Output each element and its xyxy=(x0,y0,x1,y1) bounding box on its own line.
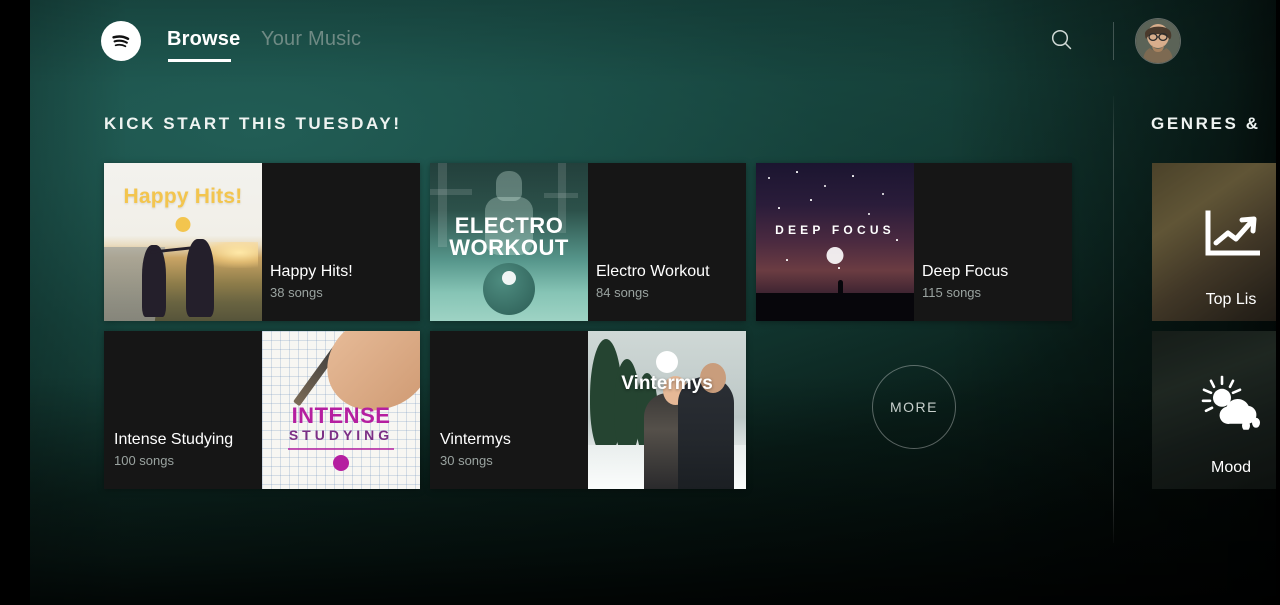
playlist-meta: Intense Studying 100 songs xyxy=(114,430,272,470)
playlist-artwork-deep-focus: DEEP FOCUS xyxy=(756,163,914,321)
header-divider xyxy=(1113,22,1114,60)
playlist-title: Deep Focus xyxy=(922,262,1009,280)
spotify-badge-icon xyxy=(826,247,844,264)
spotify-badge-icon xyxy=(502,271,516,285)
artwork-title-happy-hits: Happy Hits! xyxy=(123,185,243,208)
genre-tile-label: Top Lis xyxy=(1205,291,1257,308)
genre-tile-top-lists[interactable]: Top Lis xyxy=(1152,163,1280,321)
playlist-song-count: 100 songs xyxy=(114,452,174,468)
playlist-card-happy-hits[interactable]: Happy Hits! Happy Hits! 38 songs xyxy=(104,163,420,321)
playlist-card-intense-studying[interactable]: INTENSE STUDYING Intense Studying 100 so… xyxy=(104,331,420,489)
genres-section-title: GENRES & xyxy=(1151,114,1261,133)
trending-chart-icon xyxy=(1202,209,1261,266)
spotify-browse-screen: Browse Your Music KICK START THIS TUESDA… xyxy=(0,0,1280,605)
playlist-meta: Happy Hits! 38 songs xyxy=(270,262,420,302)
playlist-card-vintermys[interactable]: Vintermys Vintermys 30 songs xyxy=(430,331,746,489)
playlist-meta: Electro Workout 84 songs xyxy=(596,262,746,302)
playlist-artwork-happy-hits: Happy Hits! xyxy=(104,163,262,321)
playlist-title: Happy Hits! xyxy=(270,262,353,280)
spotify-badge-icon xyxy=(333,455,349,471)
artwork-title-intense: INTENSE xyxy=(291,403,391,428)
playlist-title: Vintermys xyxy=(440,430,511,448)
artwork-title-electro-workout: ELECTRO WORKOUT xyxy=(449,213,569,260)
page-title: KICK START THIS TUESDAY! xyxy=(104,114,402,133)
spotify-badge-icon xyxy=(656,351,678,373)
playlist-title: Intense Studying xyxy=(114,430,234,448)
tab-browse[interactable]: Browse xyxy=(167,28,240,62)
artwork-subtitle-studying: STUDYING xyxy=(288,427,394,443)
playlist-meta: Vintermys 30 songs xyxy=(440,430,598,470)
playlist-song-count: 30 songs xyxy=(440,452,493,468)
top-navigation-bar: Browse Your Music xyxy=(0,0,1280,82)
more-button[interactable]: MORE xyxy=(872,365,956,449)
tab-your-music[interactable]: Your Music xyxy=(261,28,361,51)
avatar[interactable] xyxy=(1135,18,1181,64)
playlist-card-electro-workout[interactable]: ELECTRO WORKOUT Electro Workout 84 songs xyxy=(430,163,746,321)
playlist-artwork-intense-studying: INTENSE STUDYING xyxy=(262,331,420,489)
spotify-logo-icon[interactable] xyxy=(101,21,141,61)
search-icon[interactable] xyxy=(1047,26,1077,56)
artwork-title-deep-focus: DEEP FOCUS xyxy=(775,223,895,237)
playlist-song-count: 84 songs xyxy=(596,284,649,300)
playlist-artwork-vintermys: Vintermys xyxy=(588,331,746,489)
letterbox-left xyxy=(0,0,30,605)
genre-tile-mood[interactable]: Mood xyxy=(1152,331,1280,489)
playlist-title: Electro Workout xyxy=(596,262,710,280)
letterbox-right xyxy=(1276,0,1280,605)
playlist-card-deep-focus[interactable]: DEEP FOCUS Deep Focus 115 songs xyxy=(756,163,1072,321)
sun-cloud-rain-icon xyxy=(1200,375,1262,435)
genre-tile-label: Mood xyxy=(1210,459,1252,476)
playlist-song-count: 115 songs xyxy=(922,284,982,300)
spotify-badge-icon xyxy=(175,217,191,232)
playlist-meta: Deep Focus 115 songs xyxy=(922,262,1072,302)
column-divider xyxy=(1113,96,1114,543)
playlist-artwork-electro-workout: ELECTRO WORKOUT xyxy=(430,163,588,321)
playlist-song-count: 38 songs xyxy=(270,284,323,300)
artwork-title-vintermys: Vintermys xyxy=(621,373,713,394)
